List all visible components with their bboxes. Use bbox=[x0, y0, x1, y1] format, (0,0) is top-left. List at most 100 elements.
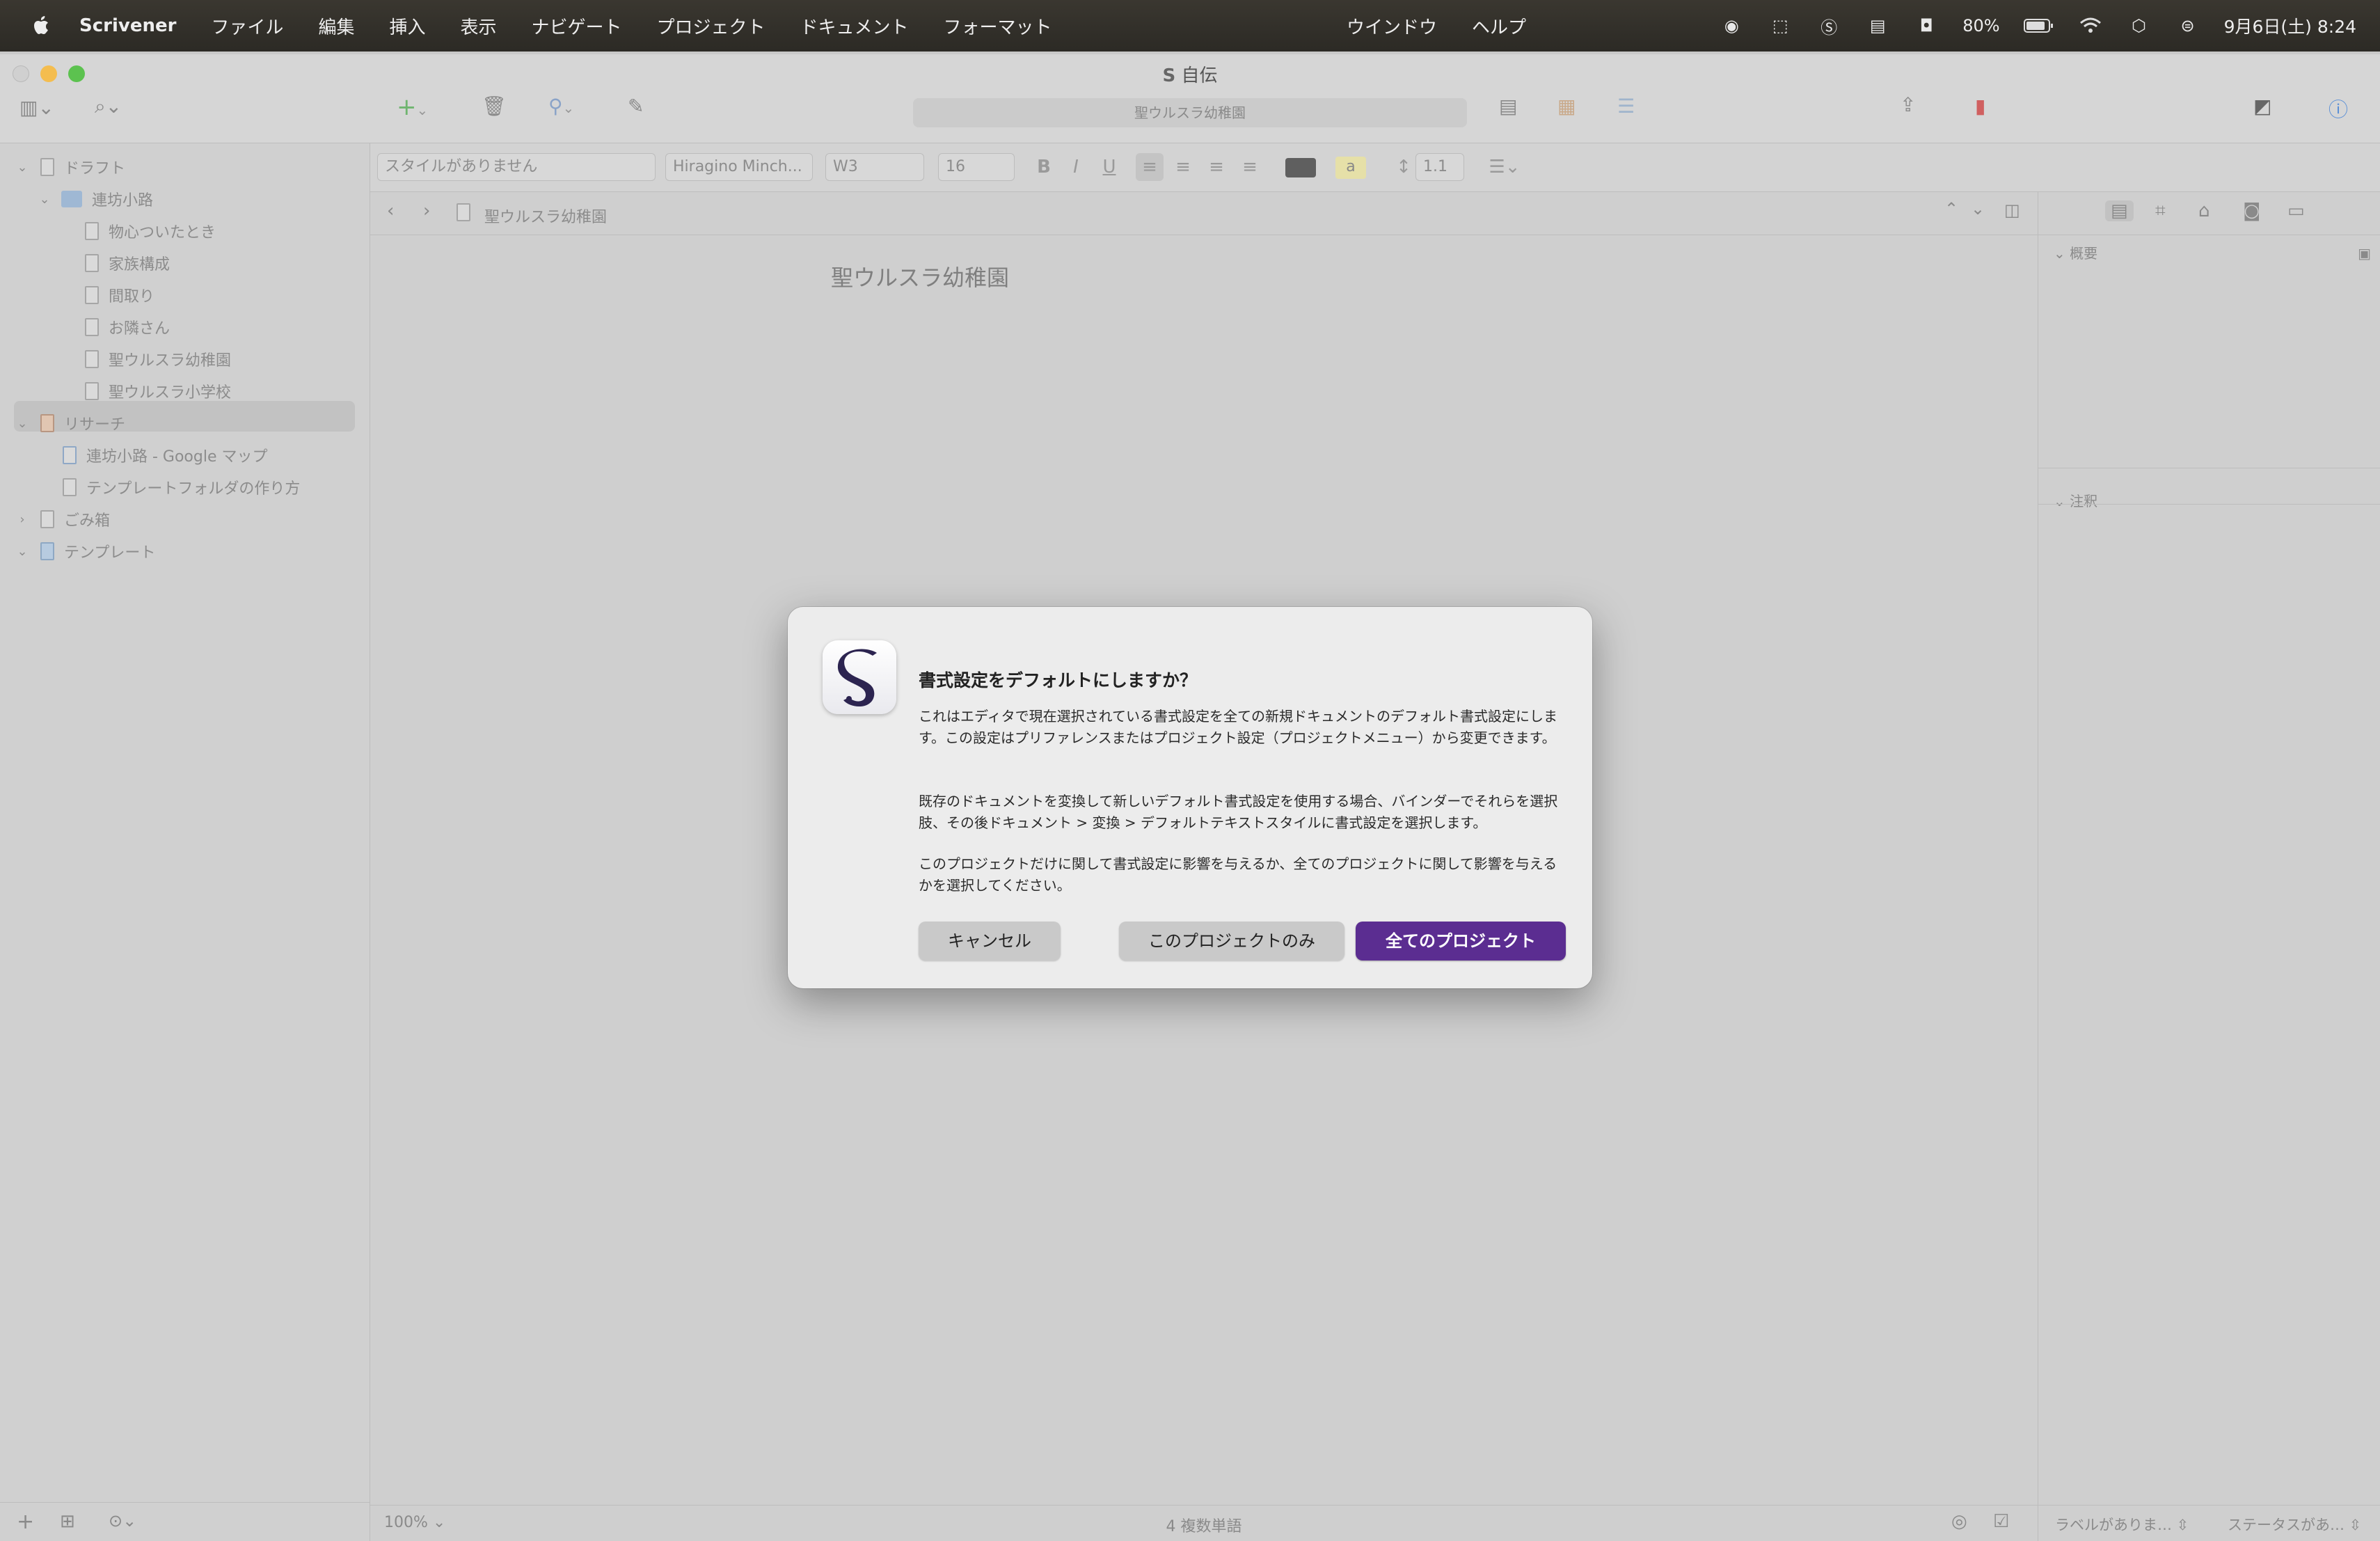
trash-icon[interactable]: 🗑 bbox=[482, 95, 507, 118]
add-folder-icon[interactable]: ⊞ bbox=[60, 1511, 75, 1532]
inspector-icon[interactable]: ⓘ bbox=[2329, 95, 2348, 123]
binder-item-doc[interactable]: 家族構成 bbox=[85, 248, 170, 278]
binder-item-trash[interactable]: › ごみ箱 bbox=[15, 504, 110, 535]
binder-item-doc[interactable]: 物心ついたとき bbox=[85, 216, 216, 246]
notes-section[interactable]: ⌄ 注釈 bbox=[2038, 486, 2380, 516]
menu-project[interactable]: プロジェクト bbox=[657, 13, 765, 39]
text-color-button[interactable] bbox=[1283, 153, 1318, 181]
compose-icon[interactable]: ✎ bbox=[628, 95, 644, 118]
chevron-right-icon[interactable]: › bbox=[15, 512, 29, 527]
status-icon[interactable]: ☑ bbox=[1993, 1511, 2009, 1532]
attachment-icon[interactable]: ⚲⌄ bbox=[548, 95, 574, 118]
metadata-tab-icon[interactable]: ⌂ bbox=[2198, 200, 2210, 221]
dialog-message-2: 既存のドキュメントを変換して新しいデフォルト書式設定を使用する場合、バインダーで… bbox=[919, 793, 1558, 831]
previous-document-icon[interactable]: ⌃ bbox=[1944, 199, 1958, 219]
font-weight-popup[interactable]: W3 bbox=[825, 153, 924, 181]
inspector-tabs: ▤ ⌗ ⌂ ◙ ▭ bbox=[2038, 192, 2380, 235]
binder-item-doc[interactable]: お隣さん bbox=[85, 312, 170, 342]
menu-format[interactable]: フォーマット bbox=[944, 13, 1052, 39]
menu-help[interactable]: ヘルプ bbox=[1472, 13, 1526, 39]
activity-icon[interactable]: ▤ bbox=[1865, 15, 1890, 36]
binder-item-templates[interactable]: ⌄ テンプレート bbox=[15, 536, 155, 567]
wifi-icon[interactable] bbox=[2078, 15, 2103, 36]
corkboard-icon[interactable]: ▦ bbox=[1557, 95, 1576, 118]
this-project-only-button[interactable]: このプロジェクトのみ bbox=[1119, 922, 1344, 961]
font-size-popup[interactable]: 16 bbox=[938, 153, 1015, 181]
style-popup[interactable]: スタイルがありません bbox=[377, 153, 656, 181]
underline-button[interactable]: U bbox=[1097, 153, 1122, 181]
outliner-icon[interactable]: ☰ bbox=[1617, 95, 1635, 118]
apple-menu-icon[interactable] bbox=[32, 15, 51, 37]
binder-item-renbo[interactable]: ⌄ 連坊小路 bbox=[38, 184, 153, 214]
highlight-button[interactable]: a bbox=[1333, 153, 1368, 181]
control-center-icon[interactable]: ⊜ bbox=[2175, 15, 2200, 36]
binder-toggle-icon[interactable]: ▥⌄ bbox=[19, 96, 54, 119]
menu-edit[interactable]: 編集 bbox=[318, 13, 354, 39]
search-icon[interactable]: ⌕⌄ bbox=[95, 95, 122, 118]
split-editor-icon[interactable]: ◫ bbox=[2004, 200, 2020, 220]
binder-item-doc-selected[interactable]: 聖ウルスラ幼稚園 bbox=[85, 344, 231, 374]
image-icon[interactable]: ▣ bbox=[2358, 238, 2371, 269]
menu-insert[interactable]: 挿入 bbox=[389, 13, 425, 39]
status-popup[interactable]: ステータスがあ… ⇳ bbox=[2228, 1514, 2361, 1535]
all-projects-button[interactable]: 全てのプロジェクト bbox=[1356, 922, 1566, 961]
menu-document[interactable]: ドキュメント bbox=[800, 13, 909, 39]
binder-footer: + ⊞ ⊙⌄ bbox=[0, 1502, 370, 1541]
add-item-icon[interactable]: +⌄ bbox=[397, 93, 428, 121]
italic-button[interactable]: I bbox=[1063, 153, 1088, 181]
snapshots-tab-icon[interactable]: ◙ bbox=[2243, 200, 2260, 221]
capture-icon[interactable]: ◘ bbox=[1914, 15, 1939, 36]
menu-view[interactable]: 表示 bbox=[460, 13, 496, 39]
binder-item-doc[interactable]: テンプレートフォルダの作り方 bbox=[63, 472, 300, 503]
back-arrow-icon[interactable]: ‹ bbox=[387, 200, 394, 221]
align-right-button[interactable]: ≡ bbox=[1203, 153, 1230, 181]
binder-item-weblink[interactable]: 連坊小路 - Google マップ bbox=[63, 440, 268, 471]
screenshot-icon[interactable]: ⬚ bbox=[1768, 15, 1793, 36]
menu-file[interactable]: ファイル bbox=[211, 13, 283, 39]
more-options-icon[interactable]: ⊙⌄ bbox=[109, 1511, 136, 1531]
battery-icon[interactable] bbox=[2023, 15, 2054, 36]
binder-item-doc[interactable]: 聖ウルスラ小学校 bbox=[85, 376, 231, 406]
bookmark-icon[interactable]: ▮ bbox=[1975, 95, 1985, 118]
binder-item-draft[interactable]: ⌄ ドラフト bbox=[15, 152, 125, 182]
chevron-down-icon[interactable]: ⌄ bbox=[15, 160, 29, 175]
bold-button[interactable]: B bbox=[1031, 153, 1056, 181]
binder-item-label: 聖ウルスラ幼稚園 bbox=[109, 352, 232, 370]
comments-tab-icon[interactable]: ▭ bbox=[2287, 200, 2305, 221]
menu-app-scrivener[interactable]: Scrivener bbox=[79, 15, 176, 36]
justify-button[interactable]: ≡ bbox=[1236, 153, 1264, 181]
menu-window[interactable]: ウインドウ bbox=[1347, 13, 1437, 39]
research-folder-icon bbox=[40, 414, 54, 432]
document-proxy-icon[interactable]: S bbox=[1162, 65, 1175, 86]
target-icon[interactable]: ◎ bbox=[1951, 1511, 1967, 1532]
font-popup[interactable]: Hiragino Minch... bbox=[665, 153, 813, 181]
list-button[interactable]: ☰⌄ bbox=[1484, 153, 1525, 181]
forward-arrow-icon[interactable]: › bbox=[423, 200, 430, 221]
menubar-clock[interactable]: 9月6日(土) 8:24 bbox=[2224, 13, 2356, 38]
editor-content[interactable]: 聖ウルスラ幼稚園 bbox=[831, 260, 1009, 292]
share-icon[interactable]: ⇪ bbox=[1900, 93, 1916, 116]
chevron-down-icon[interactable]: ⌄ bbox=[38, 192, 51, 207]
line-spacing-popup[interactable]: 1.1 bbox=[1415, 153, 1464, 181]
record-icon[interactable]: ◉ bbox=[1719, 15, 1744, 36]
chevron-down-icon[interactable]: ⌄ bbox=[15, 544, 29, 559]
bookmarks-tab-icon[interactable]: ⌗ bbox=[2155, 200, 2166, 222]
chevron-down-icon[interactable]: ⌄ bbox=[15, 416, 29, 431]
binder-item-doc[interactable]: 間取り bbox=[85, 280, 154, 310]
compile-icon[interactable]: ◩ bbox=[2253, 95, 2271, 118]
synopsis-section[interactable]: ⌄ 概要 ▣ bbox=[2038, 238, 2380, 269]
menu-navigate[interactable]: ナビゲート bbox=[531, 13, 621, 39]
view-document-icon[interactable]: ▤ bbox=[1499, 95, 1517, 118]
breadcrumb[interactable]: 聖ウルスラ幼稚園 bbox=[484, 205, 607, 227]
align-left-button[interactable]: ≡ bbox=[1136, 153, 1164, 181]
cancel-button[interactable]: キャンセル bbox=[919, 922, 1061, 961]
scrivener-status-icon[interactable]: Ⓢ bbox=[1816, 15, 1841, 38]
binder-item-research[interactable]: ⌄ リサーチ bbox=[15, 408, 125, 438]
document-title-field[interactable]: 聖ウルスラ幼稚園 bbox=[913, 98, 1467, 127]
next-document-icon[interactable]: ⌄ bbox=[1971, 199, 1985, 219]
align-center-button[interactable]: ≡ bbox=[1169, 153, 1197, 181]
add-document-icon[interactable]: + bbox=[17, 1510, 34, 1534]
label-popup[interactable]: ラベルがありま… ⇳ bbox=[2055, 1514, 2189, 1535]
box-icon[interactable]: ⬡ bbox=[2127, 15, 2152, 36]
notes-tab-icon[interactable]: ▤ bbox=[2105, 200, 2134, 221]
